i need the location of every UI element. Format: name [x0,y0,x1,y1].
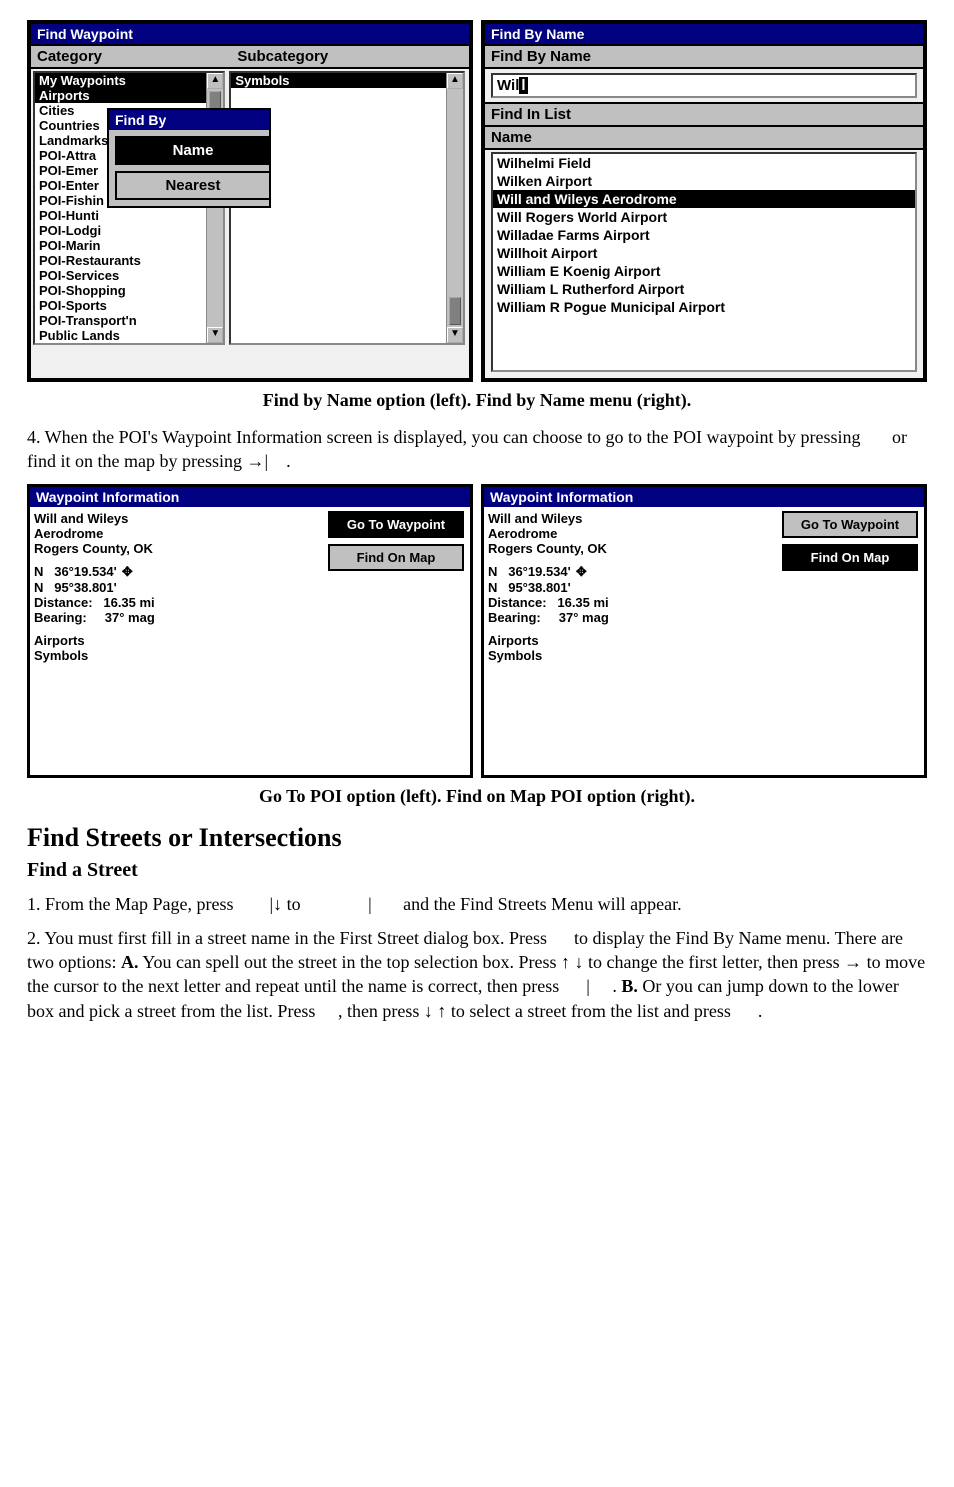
waypoint-info-text: Will and Wileys Aerodrome Rogers County,… [488,511,780,771]
find-waypoint-panel: Find Waypoint Category Subcategory My Wa… [27,20,473,382]
scroll-up-icon[interactable]: ▲ [447,73,463,89]
result-item[interactable]: William L Rutherford Airport [493,280,915,298]
wp-dist: Distance: 16.35 mi [34,595,326,610]
step-1: 1. From the Map Page, press |↓ to | and … [27,892,927,916]
symbols-item[interactable]: Symbols [231,73,463,88]
find-on-map-button[interactable]: Find On Map [328,544,464,571]
scroll-up-icon[interactable]: ▲ [207,73,223,89]
wp-lon: N 95°38.801' [488,580,780,595]
find-on-map-button[interactable]: Find On Map [782,544,918,571]
wp-lon: N 95°38.801' [34,580,326,595]
wp-sub: Aerodrome [488,526,780,541]
compass-icon: ✥ [120,564,134,580]
find-waypoint-title: Find Waypoint [31,24,469,44]
find-by-nearest-button[interactable]: Nearest [115,171,271,200]
result-item[interactable]: Willadae Farms Airport [493,226,915,244]
result-item[interactable]: Will and Wileys Aerodrome [493,190,915,208]
heading-find-a-street: Find a Street [27,859,927,882]
scroll-down-icon[interactable]: ▼ [207,327,223,343]
wp-dist: Distance: 16.35 mi [488,595,780,610]
go-to-waypoint-button[interactable]: Go To Waypoint [328,511,464,538]
results-listbox[interactable]: Wilhelmi Field Wilken Airport Will and W… [491,152,917,372]
result-item[interactable]: Willhoit Airport [493,244,915,262]
list-item[interactable]: Airports [35,88,223,103]
wp-loc: Rogers County, OK [34,541,326,556]
list-item[interactable]: POI-Shopping [35,283,223,298]
list-item[interactable]: POI-Hunti [35,208,223,223]
subcategory-header[interactable]: Subcategory [231,46,469,67]
wp-sub: Aerodrome [34,526,326,541]
wp-sym: Symbols [488,648,780,663]
wp-lat: N 36°19.534' [488,564,571,579]
compass-icon: ✥ [574,564,588,580]
waypoint-info-title: Waypoint Information [30,487,470,507]
waypoint-info-panel-left: Waypoint Information Will and Wileys Aer… [27,484,473,778]
list-item[interactable]: POI-Lodgi [35,223,223,238]
result-item[interactable]: Will Rogers World Airport [493,208,915,226]
waypoint-info-panel-right: Waypoint Information Will and Wileys Aer… [481,484,927,778]
heading-find-streets: Find Streets or Intersections [27,823,927,853]
name-input[interactable]: Will [491,73,917,98]
find-by-title: Find By [109,110,269,130]
paragraph-4: 4. When the POI's Waypoint Information s… [27,425,927,474]
list-item[interactable]: My Waypoints [35,73,223,88]
find-in-list-header: Find In List [485,102,923,127]
list-item[interactable]: POI-Transport'n [35,313,223,328]
list-item[interactable]: POI-Sports [35,298,223,313]
step-2: 2. You must first fill in a street name … [27,926,927,1023]
list-item[interactable]: Public Lands [35,328,223,343]
wp-bear: Bearing: 37° mag [488,610,780,625]
find-by-name-button[interactable]: Name [115,136,271,165]
wp-lat: N 36°19.534' [34,564,117,579]
name-input-text: Wil [497,77,519,94]
scroll-down-icon[interactable]: ▼ [447,327,463,343]
name-column-header: Name [485,127,923,150]
go-to-waypoint-button[interactable]: Go To Waypoint [782,511,918,538]
wp-bear: Bearing: 37° mag [34,610,326,625]
category-header[interactable]: Category [31,46,231,67]
find-by-name-panel: Find By Name Find By Name Will Find In L… [481,20,927,382]
scroll-thumb[interactable] [449,297,461,325]
find-by-name-title: Find By Name [485,24,923,44]
find-by-menu: Find By Name Nearest [107,108,271,208]
name-input-cursor: l [519,77,527,94]
result-item[interactable]: Wilhelmi Field [493,154,915,172]
wp-cat: Airports [488,633,780,648]
result-item[interactable]: William E Koenig Airport [493,262,915,280]
caption-1: Find by Name option (left). Find by Name… [27,390,927,411]
find-by-name-header: Find By Name [485,44,923,69]
scrollbar[interactable]: ▲ ▼ [446,73,463,343]
list-item[interactable]: POI-Restaurants [35,253,223,268]
result-item[interactable]: William R Pogue Municipal Airport [493,298,915,316]
wp-name: Will and Wileys [34,511,326,526]
wp-loc: Rogers County, OK [488,541,780,556]
list-item[interactable]: POI-Services [35,268,223,283]
wp-cat: Airports [34,633,326,648]
wp-name: Will and Wileys [488,511,780,526]
wp-sym: Symbols [34,648,326,663]
result-item[interactable]: Wilken Airport [493,172,915,190]
caption-2: Go To POI option (left). Find on Map POI… [27,786,927,807]
step-2-label-a: A. [121,952,139,972]
step-2-label-b: B. [621,976,638,996]
list-item[interactable]: POI-Marin [35,238,223,253]
waypoint-info-text: Will and Wileys Aerodrome Rogers County,… [34,511,326,771]
waypoint-info-title: Waypoint Information [484,487,924,507]
